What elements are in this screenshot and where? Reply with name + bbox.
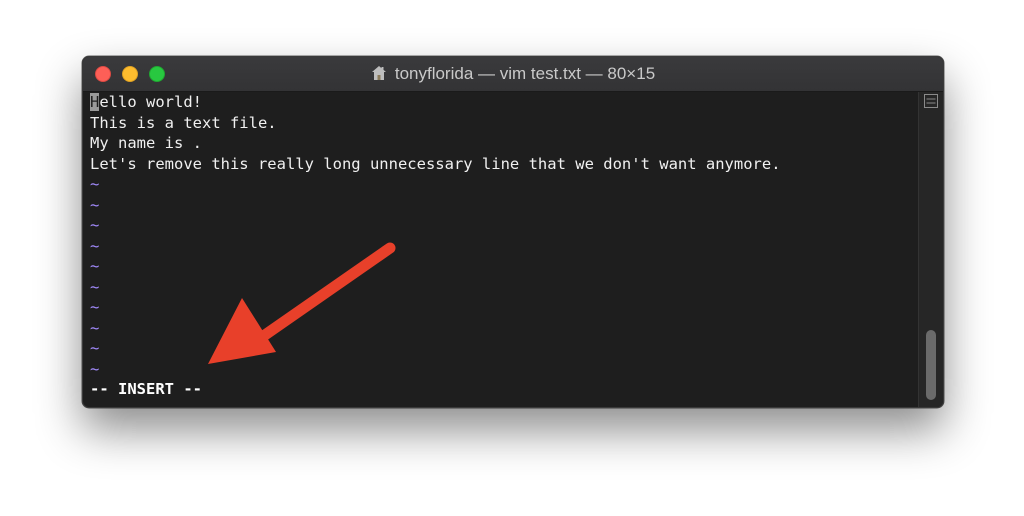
mode-indicator: -- INSERT -- bbox=[90, 380, 202, 398]
buffer-line: Hello world! bbox=[90, 92, 918, 113]
empty-line-marker: ~ bbox=[90, 195, 100, 214]
empty-line-marker: ~ bbox=[90, 175, 100, 193]
buffer-line: Let's remove this really long unnecessar… bbox=[90, 154, 781, 173]
window-title-text: tonyflorida — vim test.txt — 80×15 bbox=[394, 64, 656, 83]
buffer-line: This is a text file. bbox=[90, 113, 277, 132]
split-pane-icon[interactable] bbox=[924, 94, 938, 108]
arrow-icon bbox=[208, 242, 396, 364]
title-bar[interactable]: tonyflorida — vim test.txt — 80×15 bbox=[83, 57, 943, 92]
window-title: tonyflorida — vim test.txt — 80×15 bbox=[83, 57, 943, 91]
scrollbar-thumb[interactable] bbox=[926, 330, 936, 400]
buffer-line-text: ello world! bbox=[99, 93, 202, 111]
empty-line-marker: ~ bbox=[90, 216, 100, 234]
screenshot-stage: tonyflorida — vim test.txt — 80×15 Hello… bbox=[0, 0, 1024, 516]
text-cursor: H bbox=[90, 93, 100, 111]
buffer-line: My name is . bbox=[90, 134, 202, 152]
home-icon bbox=[371, 66, 386, 80]
vertical-scrollbar[interactable] bbox=[918, 92, 943, 407]
